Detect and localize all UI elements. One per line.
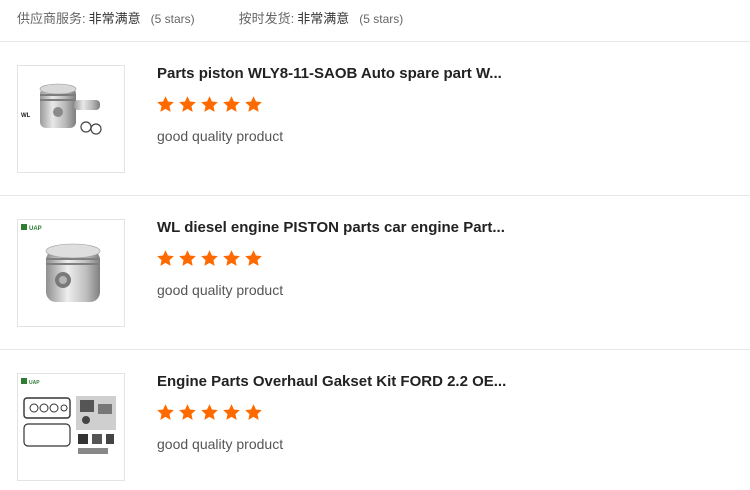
star-icon — [179, 404, 196, 420]
review-comment: good quality product — [157, 128, 284, 144]
divider — [0, 195, 750, 196]
product-thumbnail[interactable]: UAP — [17, 373, 125, 481]
supplier-service-rating: 供应商服务: 非常满意 (5 stars) — [17, 8, 195, 27]
star-icon — [157, 96, 174, 112]
star-icon — [179, 250, 196, 266]
piston-image: WL — [21, 83, 102, 135]
review-product-title[interactable]: WL diesel engine PISTON parts car engine… — [157, 219, 537, 237]
ontime-delivery-label: 按时发货: — [238, 10, 295, 26]
rating-summary: 供应商服务: 非常满意 (5 stars) 按时发货: 非常满意 (5 star… — [17, 7, 447, 27]
supplier-service-stars: (5 stars) — [150, 11, 195, 26]
star-rating — [156, 249, 266, 268]
review-product-title[interactable]: Parts piston WLY8-11-SAOB Auto spare par… — [157, 65, 537, 83]
star-icon — [157, 250, 174, 266]
ontime-delivery-rating: 按时发货: 非常满意 (5 stars) — [239, 8, 404, 27]
divider — [0, 349, 750, 350]
thumb-brand-label: WL — [21, 113, 31, 119]
piston-image: UAP — [21, 224, 101, 302]
product-thumbnail[interactable]: WL — [17, 65, 125, 173]
ontime-delivery-value: 非常满意 — [297, 10, 350, 26]
thumb-brand-label: UAP — [29, 380, 40, 386]
star-icon — [201, 96, 218, 112]
review-product-title[interactable]: Engine Parts Overhaul Gakset Kit FORD 2.… — [157, 373, 537, 391]
star-icon — [245, 96, 262, 112]
star-icon — [245, 404, 262, 420]
review-comment: good quality product — [157, 436, 284, 452]
supplier-service-value: 非常满意 — [88, 10, 141, 26]
star-icon — [223, 250, 240, 266]
star-rating — [156, 403, 266, 422]
star-icon — [179, 96, 196, 112]
supplier-service-label: 供应商服务: — [17, 10, 86, 26]
review-item: WL Parts piston WLY8-11-SAOB Auto spare … — [0, 65, 750, 175]
star-icon — [201, 404, 218, 420]
review-item: UAP WL diesel engine PISTON parts car en… — [0, 219, 750, 329]
star-icon — [157, 404, 174, 420]
star-icon — [223, 96, 240, 112]
product-thumbnail[interactable]: UAP — [17, 219, 125, 327]
ontime-delivery-stars: (5 stars) — [359, 11, 404, 26]
review-comment: good quality product — [157, 282, 284, 298]
star-rating — [156, 95, 266, 114]
thumb-brand-label: UAP — [29, 226, 42, 232]
gasket-kit-image: UAP — [21, 378, 116, 454]
divider — [0, 41, 750, 42]
star-icon — [223, 404, 240, 420]
star-icon — [245, 250, 262, 266]
review-item: UAP Engine Parts Overhaul Gakset Kit FOR… — [0, 373, 750, 483]
star-icon — [201, 250, 218, 266]
